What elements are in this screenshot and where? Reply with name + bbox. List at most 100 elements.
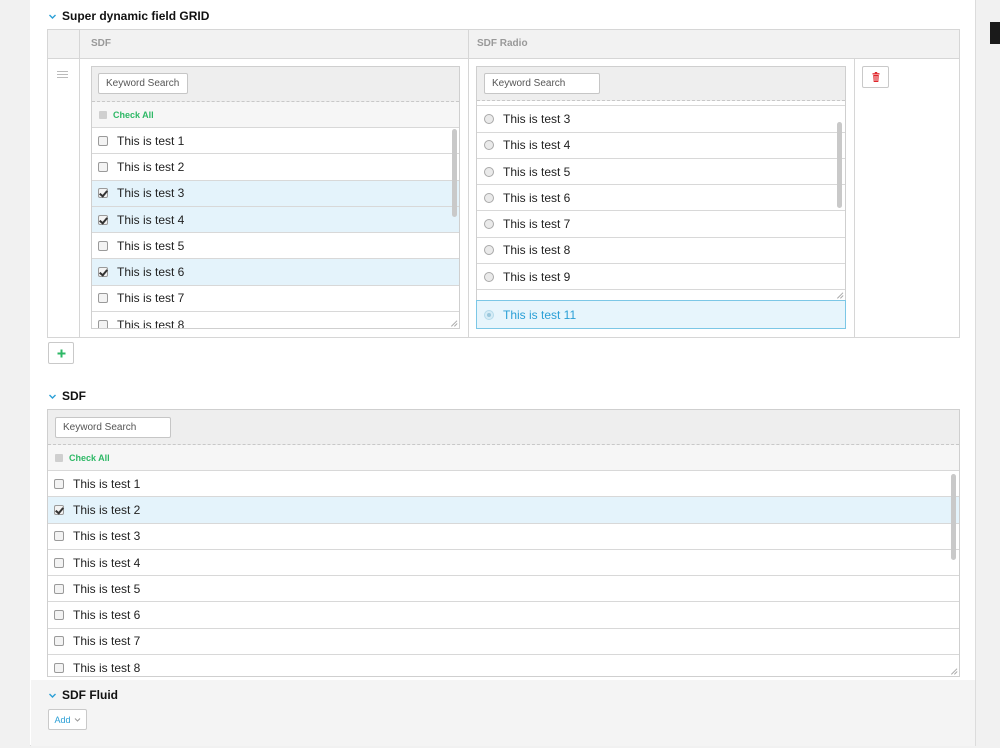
item-checkbox[interactable] xyxy=(54,478,64,489)
item-checkbox[interactable] xyxy=(98,188,108,199)
item-checkbox[interactable] xyxy=(98,293,108,304)
grid-sdf-check-all[interactable]: Check All xyxy=(92,102,459,128)
item-radio[interactable] xyxy=(484,113,494,124)
item-label: This is test 5 xyxy=(117,238,185,253)
sdf-check-all[interactable]: Check All xyxy=(48,445,959,471)
grid-column-sdf-radio: SDF Radio xyxy=(477,38,528,49)
radio-selected-icon xyxy=(484,309,494,320)
list-item[interactable]: This is test 9 xyxy=(477,264,845,291)
list-item[interactable]: This is test 4 xyxy=(92,206,459,234)
list-item[interactable]: This is test 1 xyxy=(92,128,459,155)
check-all-label: Check All xyxy=(113,109,154,120)
sdf-fluid-section-title: SDF Fluid xyxy=(62,688,118,702)
list-item[interactable]: This is test 5 xyxy=(477,158,845,186)
item-checkbox[interactable] xyxy=(98,161,108,172)
grid-header: SDF SDF Radio xyxy=(48,30,959,59)
item-checkbox[interactable] xyxy=(54,583,64,594)
item-label: This is test 1 xyxy=(117,133,185,148)
item-label: This is test 6 xyxy=(503,190,571,205)
grid-radio-selected-item[interactable]: This is test 11 xyxy=(476,300,846,329)
list-item[interactable]: This is test 5 xyxy=(48,576,959,603)
grid-divider xyxy=(79,30,80,337)
list-item[interactable]: This is test 3 xyxy=(477,106,845,133)
item-checkbox[interactable] xyxy=(98,214,108,225)
item-checkbox[interactable] xyxy=(54,531,64,542)
item-label: This is test 4 xyxy=(73,555,141,570)
item-radio[interactable] xyxy=(484,271,494,282)
item-label: This is test 6 xyxy=(73,608,141,623)
item-checkbox[interactable] xyxy=(98,240,108,251)
item-label: This is test 3 xyxy=(503,111,571,126)
sdf-scrollbar[interactable] xyxy=(951,474,956,560)
item-checkbox[interactable] xyxy=(54,662,64,673)
item-label: This is test 5 xyxy=(73,581,141,596)
grid-radio-list: This is test 2This is test 3This is test… xyxy=(477,101,845,300)
grid-radio-search-input[interactable] xyxy=(484,73,600,94)
grid-sdf-list: This is test 1 This is test 2 This is test… xyxy=(92,128,459,328)
resize-grip-icon[interactable] xyxy=(451,320,458,327)
list-item[interactable]: This is test 8 xyxy=(477,237,845,265)
item-checkbox[interactable] xyxy=(54,557,64,568)
item-label: This is test 6 xyxy=(117,265,185,280)
item-radio[interactable] xyxy=(484,219,494,230)
item-checkbox[interactable] xyxy=(54,610,64,621)
item-label: This is test 1 xyxy=(73,476,141,491)
sdf-fluid-section xyxy=(31,680,975,746)
item-radio[interactable] xyxy=(484,166,494,177)
resize-grip-icon[interactable] xyxy=(837,292,844,299)
list-item[interactable]: This is test 8 xyxy=(92,312,459,328)
check-all-checkbox[interactable] xyxy=(99,110,107,119)
add-row-button[interactable] xyxy=(48,342,74,364)
item-label: This is test 2 xyxy=(73,502,141,517)
list-item[interactable]: This is test 7 xyxy=(477,211,845,238)
item-label: This is test 8 xyxy=(73,660,141,675)
grid-radio-scrollbar[interactable] xyxy=(837,122,842,208)
item-label: This is test 5 xyxy=(503,164,571,179)
grid-sdf-scrollbar[interactable] xyxy=(452,129,457,217)
item-radio[interactable] xyxy=(484,192,494,203)
grid-sdf-panel-header xyxy=(92,67,459,102)
add-dropdown-button[interactable]: Add xyxy=(48,709,87,730)
list-item[interactable]: This is test 2 xyxy=(48,497,959,524)
list-item[interactable]: This is test 5 xyxy=(92,233,459,260)
item-checkbox[interactable] xyxy=(54,636,64,647)
grid-sdf-panel: Check All This is test 1This is test 2Th… xyxy=(91,66,460,329)
check-all-checkbox[interactable] xyxy=(55,453,63,462)
grid-divider xyxy=(468,30,469,337)
item-checkbox[interactable] xyxy=(98,319,108,328)
grid-section-header[interactable]: Super dynamic field GRID xyxy=(48,9,209,23)
grid-divider xyxy=(854,59,855,337)
list-item[interactable]: This is test 1 xyxy=(48,471,959,498)
chevron-down-icon xyxy=(48,12,57,21)
item-label: This is test 7 xyxy=(117,291,185,306)
item-label: This is test 3 xyxy=(117,186,185,201)
list-item[interactable]: This is test 6 xyxy=(92,259,459,286)
list-item[interactable]: This is test 3 xyxy=(48,523,959,550)
drag-handle-icon[interactable] xyxy=(57,71,68,79)
check-all-label: Check All xyxy=(69,452,110,463)
resize-grip-icon[interactable] xyxy=(951,668,958,675)
sdf-panel-header xyxy=(48,410,959,445)
list-item[interactable]: This is test 7 xyxy=(48,628,959,656)
sdf-fluid-section-header[interactable]: SDF Fluid xyxy=(48,688,118,702)
sdf-panel: Check All This is test 1 This is test 2 Th… xyxy=(47,409,960,677)
list-item[interactable]: This is test 3 xyxy=(92,180,459,207)
sdf-section-header[interactable]: SDF xyxy=(48,389,86,403)
item-checkbox[interactable] xyxy=(54,504,64,515)
list-item[interactable]: This is test 6 xyxy=(477,185,845,212)
list-item[interactable]: This is test 6 xyxy=(48,602,959,629)
item-checkbox[interactable] xyxy=(98,135,108,146)
delete-row-button[interactable] xyxy=(862,66,889,88)
grid-sdf-search-input[interactable] xyxy=(98,73,188,94)
item-checkbox[interactable] xyxy=(98,267,108,278)
list-item[interactable]: This is test 7 xyxy=(92,285,459,313)
item-radio[interactable] xyxy=(484,140,494,151)
sdf-search-input[interactable] xyxy=(55,417,171,438)
item-label: This is test 7 xyxy=(503,217,571,232)
list-item[interactable]: This is test 2 xyxy=(92,154,459,181)
list-item[interactable]: This is test 4 xyxy=(48,549,959,577)
chevron-down-icon xyxy=(48,691,57,700)
list-item[interactable]: This is test 4 xyxy=(477,132,845,159)
item-radio[interactable] xyxy=(484,245,494,256)
list-item[interactable]: This is test 8 xyxy=(48,655,959,676)
